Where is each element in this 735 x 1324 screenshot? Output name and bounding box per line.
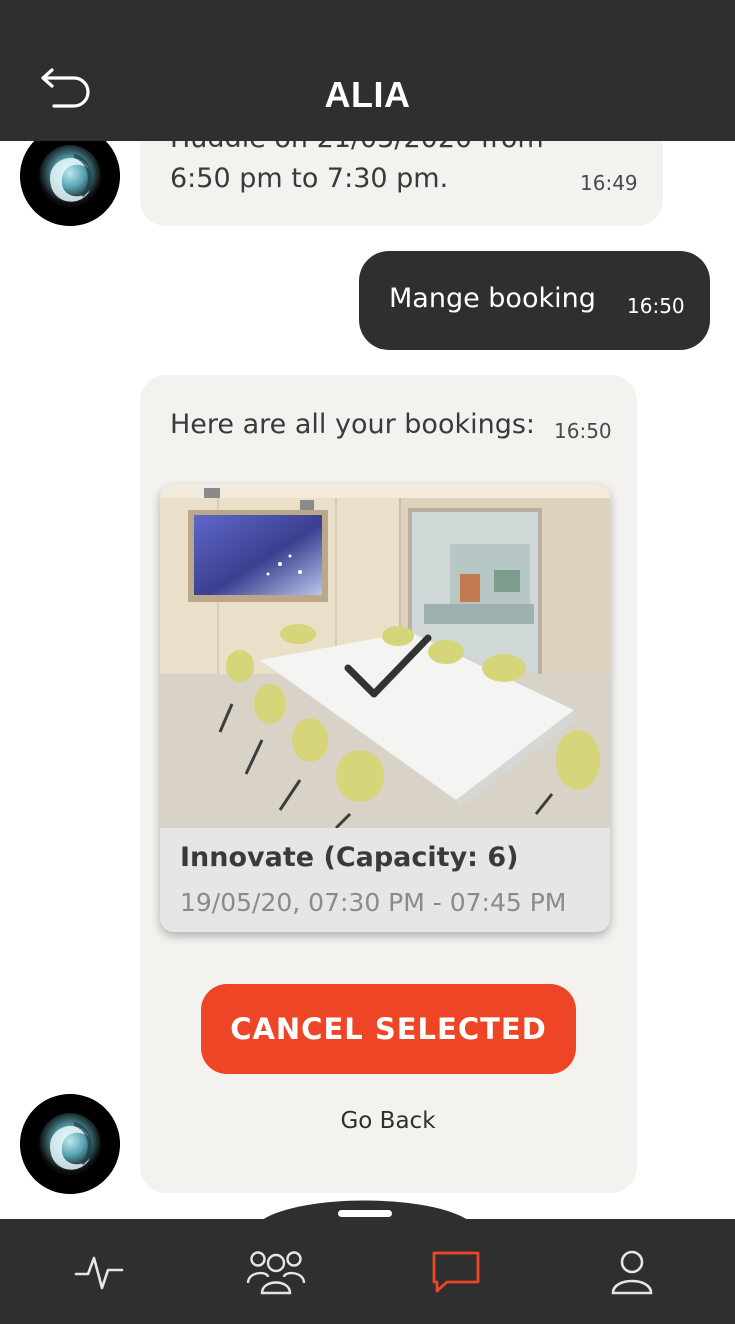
- chat-thread[interactable]: Huddle on 21/05/2020 from 6:50 pm to 7:3…: [0, 141, 735, 1219]
- bottom-navigation: [0, 1219, 735, 1324]
- nav-chat[interactable]: [364, 1219, 547, 1324]
- nav-activity[interactable]: [7, 1219, 190, 1324]
- bookings-message-bubble: Here are all your bookings: 16:50 Innova…: [140, 375, 637, 1193]
- message-text-line: Huddle on 21/05/2020 from: [170, 141, 544, 154]
- message-timestamp: 16:49: [580, 171, 638, 195]
- message-text: Mange booking: [389, 283, 596, 314]
- message-text: Here are all your bookings:: [170, 409, 536, 440]
- people-icon: [246, 1250, 305, 1294]
- go-back-link[interactable]: Go Back: [288, 1108, 488, 1134]
- nav-profile[interactable]: [540, 1219, 723, 1324]
- bot-avatar: [20, 1094, 120, 1194]
- booking-card[interactable]: Innovate (Capacity: 6) 19/05/20, 07:30 P…: [160, 484, 610, 932]
- nav-people[interactable]: [184, 1219, 367, 1324]
- pulse-icon: [74, 1256, 123, 1289]
- cancel-selected-button[interactable]: CANCEL SELECTED: [201, 984, 576, 1074]
- chat-bubble-icon: [432, 1251, 479, 1292]
- message-timestamp: 16:50: [554, 419, 612, 443]
- app-header: ALIA: [0, 0, 735, 141]
- bot-message-bubble: Huddle on 21/05/2020 from 6:50 pm to 7:3…: [140, 141, 663, 226]
- page-title: ALIA: [324, 74, 411, 115]
- booking-room-name: Innovate (Capacity: 6): [180, 842, 519, 873]
- user-message-bubble: Mange booking 16:50: [359, 251, 710, 350]
- booking-time-range: 19/05/20, 07:30 PM - 07:45 PM: [180, 888, 567, 917]
- message-timestamp: 16:50: [627, 294, 685, 318]
- checkmark-icon: [344, 634, 432, 698]
- bot-avatar: [20, 141, 120, 226]
- message-text-line: 6:50 pm to 7:30 pm.: [170, 163, 449, 194]
- user-icon: [611, 1250, 652, 1294]
